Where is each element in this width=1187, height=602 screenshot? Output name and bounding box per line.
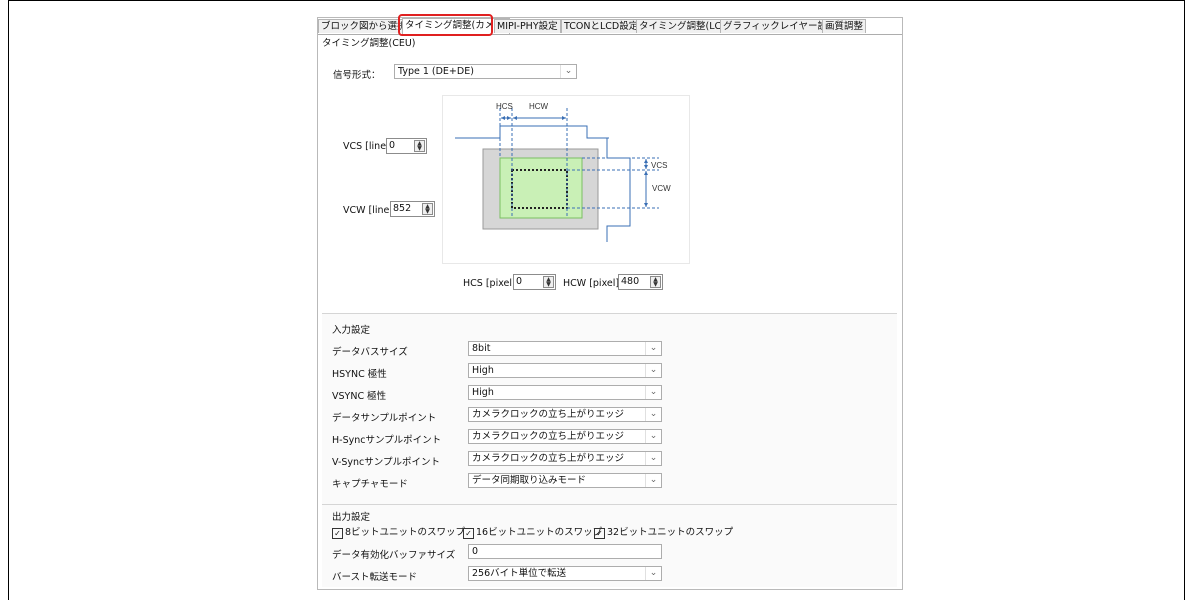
input-row-value: カメラクロックの立ち上がりエッジ — [472, 453, 625, 464]
checkbox-checked-icon: ✓ — [463, 528, 474, 539]
chevron-down-icon: ⌄ — [645, 430, 661, 443]
chevron-down-icon: ⌄ — [645, 364, 661, 377]
input-row-label: V-Syncサンプルポイント — [332, 457, 440, 468]
chevron-down-icon: ⌄ — [645, 408, 661, 421]
checkbox-label: 16ビットユニットのスワップ — [476, 527, 603, 538]
data-sample-point-select[interactable]: カメラクロックの立ち上がりエッジ ⌄ — [468, 407, 662, 422]
signal-format-label: 信号形式： — [333, 70, 381, 81]
input-row-value: High — [472, 387, 494, 398]
buffer-size-label: データ有効化バッファサイズ — [332, 550, 456, 561]
vcw-spinner[interactable]: 852 ▲ ▼ — [390, 201, 435, 217]
vcw-value: 852 — [393, 203, 412, 214]
spin-arrows-icon[interactable]: ▲ ▼ — [543, 276, 554, 288]
vsync-sample-point-select[interactable]: カメラクロックの立ち上がりエッジ ⌄ — [468, 451, 662, 466]
hcw-spinner[interactable]: 480 ▲ ▼ — [618, 274, 663, 290]
chevron-down-icon: ⌄ — [645, 386, 661, 399]
hsync-polarity-select[interactable]: High ⌄ — [468, 363, 662, 378]
checkbox-checked-icon: ✓ — [332, 528, 343, 539]
tab-mipi-phy[interactable]: MIPI-PHY設定 — [494, 19, 561, 33]
diagram-vcs-label: VCS — [651, 161, 667, 170]
input-row-value: High — [472, 365, 494, 376]
spin-arrows-icon[interactable]: ▲ ▼ — [414, 140, 425, 152]
chevron-down-icon: ⌄ — [645, 342, 661, 355]
tab-block-diagram[interactable]: ブロック図から選択 — [318, 19, 410, 33]
checkbox-label: 8ビットユニットのスワップ — [345, 527, 466, 538]
vcw-label: VCW [line] — [343, 205, 394, 216]
input-row-label: H-Syncサンプルポイント — [332, 435, 442, 446]
input-row-label: VSYNC 極性 — [332, 391, 387, 402]
vcs-spinner[interactable]: 0 ▲ ▼ — [386, 138, 427, 154]
input-row-label: HSYNC 極性 — [332, 369, 387, 380]
swap-32bit-checkbox[interactable]: ✓ 32ビットユニットのスワップ — [594, 524, 733, 539]
diagram-vcw-label: VCW — [652, 184, 671, 193]
input-row-value: 8bit — [472, 343, 491, 354]
chevron-down-icon: ⌄ — [645, 474, 661, 487]
diagram-hcw-label: HCW — [529, 102, 549, 111]
swap-16bit-checkbox[interactable]: ✓ 16ビットユニットのスワップ — [463, 524, 602, 539]
input-row-value: カメラクロックの立ち上がりエッジ — [472, 409, 625, 420]
burst-mode-select[interactable]: 256バイト単位で転送 ⌄ — [468, 566, 662, 581]
vcs-label: VCS [line] — [343, 141, 390, 152]
signal-format-value: Type 1 (DE+DE) — [398, 66, 474, 77]
checkbox-label: 32ビットユニットのスワップ — [607, 527, 734, 538]
timing-diagram-graphic: HCS HCW VCS VCW — [455, 102, 671, 242]
checkbox-checked-icon: ✓ — [594, 528, 605, 539]
hcw-label: HCW [pixel] — [563, 278, 620, 289]
input-settings-panel: 入力設定 データバスサイズ 8bit ⌄ HSYNC 極性 High ⌄ VSY… — [322, 313, 897, 504]
tab-tcon-lcd[interactable]: TCONとLCD設定 — [561, 19, 642, 33]
spin-arrows-icon[interactable]: ▲ ▼ — [422, 203, 433, 215]
input-row-label: キャプチャモード — [332, 479, 408, 490]
hcs-spinner[interactable]: 0 ▲ ▼ — [513, 274, 556, 290]
data-bus-size-select[interactable]: 8bit ⌄ — [468, 341, 662, 356]
tab-bar: ブロック図から選択 タイミング調整(カメラ) MIPI-PHY設定 TCONとL… — [318, 14, 902, 36]
output-settings-title: 出力設定 — [332, 512, 371, 523]
vcs-value: 0 — [389, 140, 396, 151]
diagram-hcs-label: HCS — [496, 102, 513, 111]
vsync-polarity-select[interactable]: High ⌄ — [468, 385, 662, 400]
swap-8bit-checkbox[interactable]: ✓ 8ビットユニットのスワップ — [332, 524, 465, 539]
hcs-label: HCS [pixel] — [463, 278, 516, 289]
hcw-value: 480 — [621, 276, 640, 287]
timing-section-title: タイミング調整(CEU) — [322, 38, 416, 49]
burst-mode-label: バースト転送モード — [332, 572, 418, 583]
output-settings-panel: 出力設定 ✓ 8ビットユニットのスワップ ✓ 16ビットユニットのスワップ ✓ 32ビ… — [322, 504, 897, 587]
capture-mode-select[interactable]: データ同期取り込みモード ⌄ — [468, 473, 662, 488]
chevron-down-icon: ⌄ — [645, 452, 661, 465]
spin-arrows-icon[interactable]: ▲ ▼ — [650, 276, 661, 288]
hsync-sample-point-select[interactable]: カメラクロックの立ち上がりエッジ ⌄ — [468, 429, 662, 444]
signal-format-select[interactable]: Type 1 (DE+DE) ⌄ — [394, 64, 577, 79]
input-row-label: データバスサイズ — [332, 347, 408, 358]
settings-window: ブロック図から選択 タイミング調整(カメラ) MIPI-PHY設定 TCONとL… — [317, 14, 903, 590]
buffer-size-input[interactable]: 0 — [468, 544, 662, 559]
input-settings-title: 入力設定 — [332, 325, 371, 336]
chevron-down-icon: ⌄ — [645, 567, 661, 580]
burst-mode-value: 256バイト単位で転送 — [472, 568, 567, 579]
input-row-label: データサンプルポイント — [332, 413, 437, 424]
input-row-value: カメラクロックの立ち上がりエッジ — [472, 431, 625, 442]
tab-image-quality[interactable]: 画質調整 — [822, 19, 867, 33]
timing-diagram: HCS HCW VCS VCW — [442, 95, 690, 264]
input-row-value: データ同期取り込みモード — [472, 475, 587, 486]
hcs-value: 0 — [516, 276, 523, 287]
chevron-down-icon: ⌄ — [560, 65, 576, 78]
